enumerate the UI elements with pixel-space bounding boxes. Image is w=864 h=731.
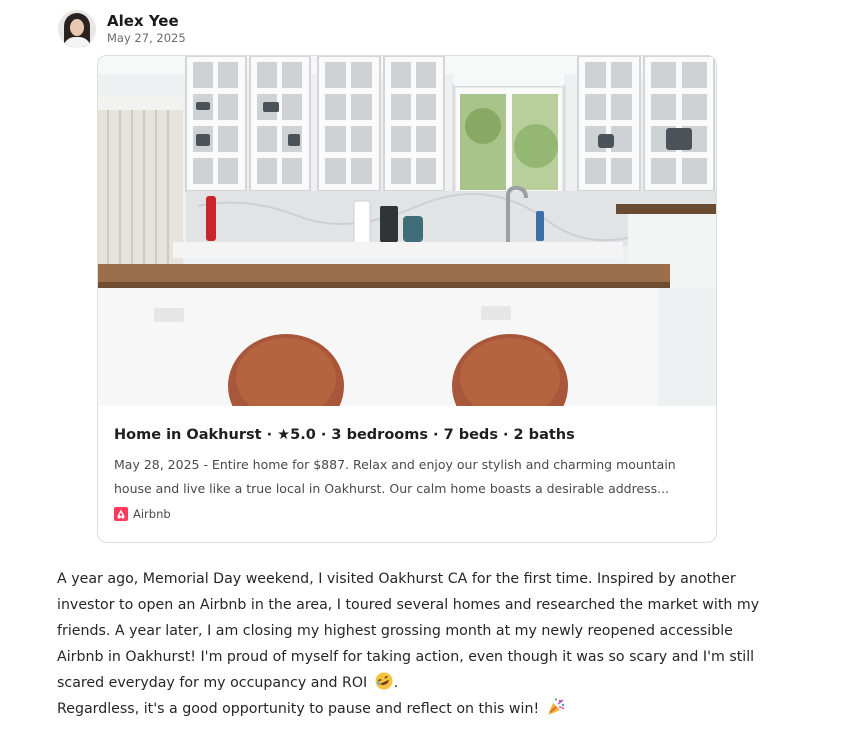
- avatar-face-shape: [70, 19, 84, 36]
- card-source[interactable]: Airbnb: [114, 507, 700, 521]
- kitchen-photo: [98, 56, 716, 406]
- post-body: A year ago, Memorial Day weekend, I visi…: [57, 566, 777, 722]
- card-body: Home in Oakhurst · ★5.0 · 3 bedrooms · 7…: [98, 406, 716, 521]
- link-preview-card[interactable]: Home in Oakhurst · ★5.0 · 3 bedrooms · 7…: [97, 55, 717, 543]
- post-paragraph-text: A year ago, Memorial Day weekend, I visi…: [57, 571, 760, 691]
- listing-title[interactable]: Home in Oakhurst · ★5.0 · 3 bedrooms · 7…: [114, 424, 700, 446]
- listing-photo[interactable]: [98, 56, 716, 406]
- author-text: Alex Yee May 27, 2025: [107, 12, 186, 46]
- author-name[interactable]: Alex Yee: [107, 12, 186, 30]
- post-paragraph: Regardless, it's a good opportunity to p…: [57, 696, 777, 722]
- rolling-on-floor-laughing-emoji: [374, 671, 394, 691]
- source-name: Airbnb: [133, 507, 171, 521]
- listing-description: May 28, 2025 - Entire home for $887. Rel…: [114, 457, 676, 496]
- party-popper-emoji: [546, 697, 566, 717]
- post-paragraph-period: .: [393, 675, 399, 691]
- airbnb-logo-icon: [114, 507, 128, 521]
- post-paragraph-text: Regardless, it's a good opportunity to p…: [57, 701, 540, 717]
- social-post: Alex Yee May 27, 2025 Home in Oakhurst ·…: [0, 0, 864, 731]
- post-author-header: Alex Yee May 27, 2025: [58, 10, 186, 48]
- post-paragraph: A year ago, Memorial Day weekend, I visi…: [57, 566, 777, 696]
- author-avatar[interactable]: [58, 10, 96, 48]
- post-date: May 27, 2025: [107, 31, 186, 45]
